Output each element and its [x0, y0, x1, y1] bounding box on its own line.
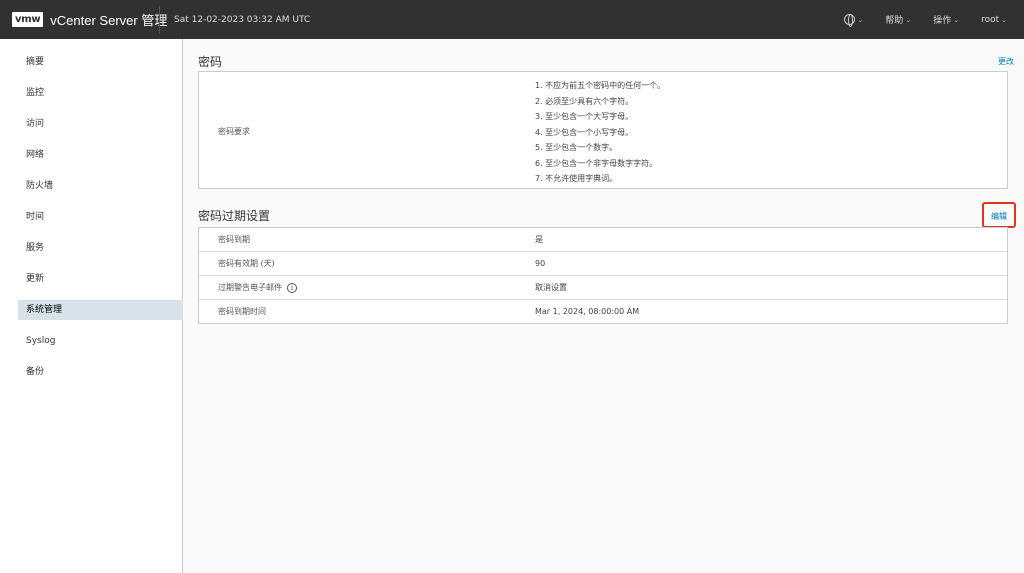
expiration-settings-panel: 密码到期 是 密码有效期 (天) 90 过期警告电子邮件 i 取消设置 密码到期… — [198, 227, 1008, 324]
expiration-key: 密码有效期 (天) — [218, 259, 275, 268]
chevron-down-icon: ⌄ — [905, 15, 912, 24]
main-content: 密码 更改 密码要求 1. 不应为前五个密码中的任何一个。 2. 必须至少具有六… — [183, 39, 1024, 573]
expiration-key-label: 过期警告电子邮件 — [218, 283, 282, 292]
sidebar-item-syslog[interactable]: Syslog — [18, 331, 183, 351]
chevron-down-icon: ⌄ — [953, 15, 960, 24]
sidebar-item-update[interactable]: 更新 — [18, 269, 183, 289]
requirement-item: 4. 至少包含一个小写字母。 — [535, 127, 634, 137]
help-menu[interactable]: 帮助 ⌄ — [885, 13, 912, 27]
sidebar-item-firewall[interactable]: 防火墙 — [18, 176, 183, 196]
sidebar-item-monitor[interactable]: 监控 — [18, 83, 183, 103]
expiration-value: Mar 1, 2024, 08:00:00 AM — [535, 307, 640, 316]
info-icon[interactable]: i — [287, 283, 297, 293]
app-title: vCenter Server 管理 — [50, 13, 168, 28]
expiration-key-with-info: 过期警告电子邮件 i — [218, 276, 297, 300]
table-row: 密码到期时间 Mar 1, 2024, 08:00:00 AM — [199, 300, 1007, 324]
sidebar: 摘要 监控 访问 网络 防火墙 时间 服务 更新 系统管理 Syslog 备份 — [0, 39, 183, 573]
chevron-down-icon: ⌄ — [1001, 15, 1007, 24]
expiration-key: 密码到期时间 — [218, 307, 266, 316]
user-menu[interactable]: root ⌄ — [981, 15, 1007, 25]
sidebar-item-access[interactable]: 访问 — [18, 114, 183, 134]
language-menu[interactable]: ⌄ — [844, 14, 864, 27]
requirement-item: 2. 必须至少具有六个字符。 — [535, 96, 634, 106]
server-datetime: Sat 12-02-2023 03:32 AM UTC — [174, 14, 311, 25]
brand[interactable]: vmw vCenter Server 管理 — [0, 0, 167, 39]
sidebar-item-administration[interactable]: 系统管理 — [18, 300, 183, 320]
chevron-down-icon: ⌄ — [857, 15, 864, 24]
sidebar-item-backup[interactable]: 备份 — [18, 362, 183, 382]
sidebar-item-summary[interactable]: 摘要 — [18, 52, 183, 72]
vmware-logo: vmw — [12, 12, 44, 27]
sidebar-item-services[interactable]: 服务 — [18, 238, 183, 258]
help-menu-label: 帮助 — [885, 16, 904, 26]
requirement-item: 3. 至少包含一个大写字母。 — [535, 112, 634, 121]
change-password-link[interactable]: 更改 — [998, 56, 1014, 67]
requirement-item: 5. 至少包含一个数字。 — [535, 143, 618, 152]
table-row: 过期警告电子邮件 i 取消设置 — [199, 276, 1007, 300]
expiration-value: 取消设置 — [535, 283, 567, 292]
globe-icon — [844, 14, 856, 27]
user-menu-label: root — [981, 14, 1000, 25]
expiration-value: 是 — [535, 235, 543, 244]
password-requirements-panel: 密码要求 1. 不应为前五个密码中的任何一个。 2. 必须至少具有六个字符。 3… — [198, 71, 1008, 189]
expiration-value: 90 — [535, 259, 546, 268]
table-row: 密码到期 是 — [199, 228, 1007, 252]
header-menu: ⌄ 帮助 ⌄ 操作 ⌄ root ⌄ — [822, 0, 1024, 39]
password-section-title: 密码 — [198, 55, 223, 69]
sidebar-item-networking[interactable]: 网络 — [18, 145, 183, 165]
top-header: vmw vCenter Server 管理 Sat 12-02-2023 03:… — [0, 0, 1024, 39]
actions-menu-label: 操作 — [933, 16, 952, 26]
requirement-item: 1. 不应为前五个密码中的任何一个。 — [535, 81, 666, 90]
expiration-section-header: 密码过期设置 — [198, 207, 1008, 225]
edit-expiration-link[interactable]: 编辑 — [991, 211, 1007, 222]
password-requirements-list: 1. 不应为前五个密码中的任何一个。 2. 必须至少具有六个字符。 3. 至少包… — [535, 78, 665, 187]
password-section-header: 密码 更改 — [198, 53, 1014, 71]
sidebar-nav: 摘要 监控 访问 网络 防火墙 时间 服务 更新 系统管理 Syslog 备份 — [0, 39, 183, 382]
expiration-section-title: 密码过期设置 — [198, 209, 271, 223]
table-row: 密码有效期 (天) 90 — [199, 252, 1007, 276]
expiration-key: 密码到期 — [218, 235, 250, 244]
password-requirements-label: 密码要求 — [218, 127, 250, 136]
requirement-item: 6. 至少包含一个非字母数字字符。 — [535, 158, 658, 168]
sidebar-item-time[interactable]: 时间 — [18, 207, 183, 227]
requirement-item: 7. 不允许使用字典词。 — [535, 174, 618, 183]
actions-menu[interactable]: 操作 ⌄ — [933, 13, 960, 27]
